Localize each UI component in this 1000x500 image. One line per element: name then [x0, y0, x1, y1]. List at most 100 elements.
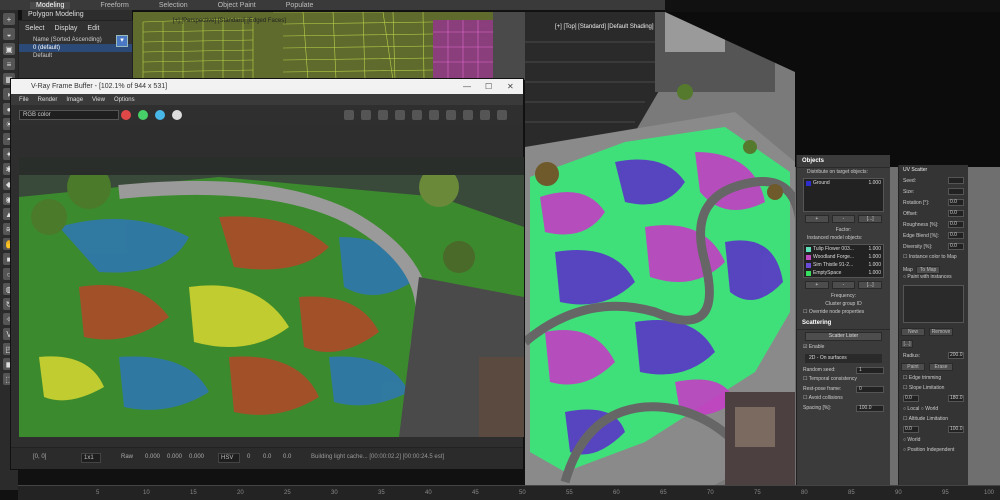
- uv-header[interactable]: UV Scatter: [899, 165, 968, 175]
- target-objects-list[interactable]: Ground 1.000: [803, 178, 884, 212]
- factor-label: Factor:: [835, 227, 852, 233]
- clear-icon[interactable]: [378, 110, 388, 120]
- random-seed-input[interactable]: 1: [856, 366, 884, 374]
- altitude-checkbox[interactable]: ☐ Altitude Limitation: [899, 414, 968, 424]
- list-item[interactable]: Ground 1.000: [804, 179, 883, 187]
- close-icon[interactable]: ✕: [507, 82, 514, 91]
- altitude-max-input[interactable]: 100.0: [948, 426, 964, 433]
- timeline-tick: 20: [237, 490, 244, 496]
- green-channel-icon[interactable]: [138, 110, 148, 120]
- avoid-collisions-checkbox[interactable]: ☐ Avoid collisions: [797, 394, 890, 403]
- polygon-modeling-label[interactable]: Polygon Modeling: [22, 10, 132, 20]
- add-target-button[interactable]: +: [805, 215, 829, 223]
- vfb-menu-render[interactable]: Render: [38, 97, 58, 103]
- vfb-titlebar[interactable]: V-Ray Frame Buffer - [102.1% of 944 x 53…: [11, 79, 523, 94]
- edge-trim-checkbox[interactable]: ☐ Edge trimming: [899, 373, 968, 383]
- temporal-checkbox[interactable]: ☐ Temporal consistency: [797, 375, 890, 384]
- menu-select[interactable]: Select: [25, 25, 44, 32]
- seed-input[interactable]: [948, 177, 964, 184]
- instanced-objects-list[interactable]: Tulip Flower 003... 1.000 Woodland Forge…: [803, 244, 884, 278]
- list-item[interactable]: EmptySpace 1.000: [804, 269, 883, 277]
- remove-target-button[interactable]: -: [831, 215, 856, 223]
- paint-preview[interactable]: [903, 285, 964, 323]
- mono-icon[interactable]: [172, 110, 182, 120]
- altitude-mode-pos[interactable]: ○ Position Independent: [899, 445, 968, 455]
- red-channel-icon[interactable]: [121, 110, 131, 120]
- paint-options-button[interactable]: [...]: [901, 340, 913, 348]
- perspective-viewport-top[interactable]: [+] [Perspective] [Standard] [Edged Face…: [133, 12, 525, 80]
- menu-edit[interactable]: Edit: [87, 25, 99, 32]
- pick-instance-button[interactable]: [...]: [858, 281, 883, 289]
- to-map-button[interactable]: To Map: [916, 266, 941, 274]
- override-checkbox[interactable]: ☐ Override node properties: [797, 308, 890, 317]
- list-item[interactable]: Sim Thistle 91-2... 1.000: [804, 261, 883, 269]
- tab-populate[interactable]: Populate: [286, 2, 314, 9]
- tab-object-paint[interactable]: Object Paint: [218, 2, 256, 9]
- color-mode-select[interactable]: HSV: [218, 453, 240, 463]
- region-render-icon[interactable]: [412, 110, 422, 120]
- paint-button[interactable]: Paint: [901, 363, 925, 371]
- spacing-input[interactable]: 100.0: [856, 404, 884, 412]
- radius-input[interactable]: 200.0: [948, 352, 964, 359]
- slope-max-input[interactable]: 180.0: [948, 395, 964, 402]
- minimize-icon[interactable]: —: [463, 82, 471, 91]
- history-icon[interactable]: [446, 110, 456, 120]
- interactive-render-icon[interactable]: [480, 110, 490, 120]
- render-icon[interactable]: [463, 110, 473, 120]
- zoom-select[interactable]: 1x1: [81, 453, 101, 463]
- vfb-menu-options[interactable]: Options: [114, 97, 135, 103]
- copy-icon[interactable]: [395, 110, 405, 120]
- layers-icon[interactable]: ≡: [3, 58, 15, 70]
- vfb-menu-image[interactable]: Image: [66, 97, 83, 103]
- mode-dropdown[interactable]: 2D - On surfaces: [805, 354, 882, 363]
- list-item[interactable]: Woodland Forge... 1.000: [804, 253, 883, 261]
- tab-freeform[interactable]: Freeform: [100, 2, 128, 9]
- remove-paint-button[interactable]: Remove: [929, 328, 953, 336]
- create-icon[interactable]: +: [3, 13, 15, 25]
- slope-mode[interactable]: ○ Local ○ World: [899, 404, 968, 414]
- spacing-label: Spacing [%]:: [803, 405, 832, 411]
- stop-render-icon[interactable]: [497, 110, 507, 120]
- blue-channel-icon[interactable]: [155, 110, 165, 120]
- remove-instance-button[interactable]: -: [831, 281, 856, 289]
- child-row[interactable]: Default: [19, 52, 132, 60]
- roughness-input[interactable]: 0.0: [948, 221, 964, 228]
- timeline[interactable]: 5 10 15 20 25 30 35 40 45 50 55 60 65 70…: [18, 485, 1000, 500]
- diversity-input[interactable]: 0.0: [948, 243, 964, 250]
- maximize-icon[interactable]: ☐: [485, 82, 492, 91]
- modify-icon[interactable]: ◒: [3, 28, 15, 40]
- objects-rollout-header[interactable]: Objects: [797, 155, 890, 168]
- menu-display[interactable]: Display: [54, 25, 77, 32]
- list-item[interactable]: Tulip Flower 003... 1.000: [804, 245, 883, 253]
- viewport-label-right[interactable]: [+] [Top] [Standard] [Default Shading]: [555, 24, 654, 30]
- instance-color-checkbox[interactable]: ☐ Instance color to Map: [899, 252, 968, 262]
- paint-checkbox[interactable]: ○ Paint with instances: [899, 272, 968, 282]
- vfb-menu-view[interactable]: View: [92, 97, 105, 103]
- slope-checkbox[interactable]: ☐ Slope Limitation: [899, 383, 968, 393]
- scattering-rollout-header[interactable]: Scattering: [797, 317, 890, 330]
- toolbox-icon[interactable]: ▾: [116, 35, 128, 47]
- save-icon[interactable]: [361, 110, 371, 120]
- tab-modeling[interactable]: Modeling: [30, 1, 71, 9]
- altitude-min-input[interactable]: 0.0: [903, 426, 919, 433]
- slope-min-input[interactable]: 0.0: [903, 395, 919, 402]
- enable-checkbox[interactable]: ☑ Enable: [797, 343, 890, 352]
- new-paint-button[interactable]: New: [901, 328, 925, 336]
- size-input[interactable]: [948, 188, 964, 195]
- add-instance-button[interactable]: +: [805, 281, 829, 289]
- vfb-menu-file[interactable]: File: [19, 97, 29, 103]
- viewport-label[interactable]: [+] [Perspective] [Standard] [Edged Face…: [173, 18, 286, 24]
- camera-icon[interactable]: ▣: [3, 43, 15, 55]
- rest-pose-input[interactable]: 0: [856, 385, 884, 393]
- channel-select[interactable]: RGB color: [19, 110, 119, 120]
- pick-target-button[interactable]: [...]: [858, 215, 883, 223]
- altitude-mode-world[interactable]: ○ World: [899, 435, 968, 445]
- rotation-input[interactable]: 0.0: [948, 199, 964, 206]
- scatter-lister-button[interactable]: Scatter Lister: [805, 332, 882, 341]
- erase-button[interactable]: Erase: [929, 363, 953, 371]
- region-icon[interactable]: [344, 110, 354, 120]
- edge-blend-input[interactable]: 0.0: [948, 232, 964, 239]
- tab-selection[interactable]: Selection: [159, 2, 188, 9]
- compare-icon[interactable]: [429, 110, 439, 120]
- offset-input[interactable]: 0.0: [948, 210, 964, 217]
